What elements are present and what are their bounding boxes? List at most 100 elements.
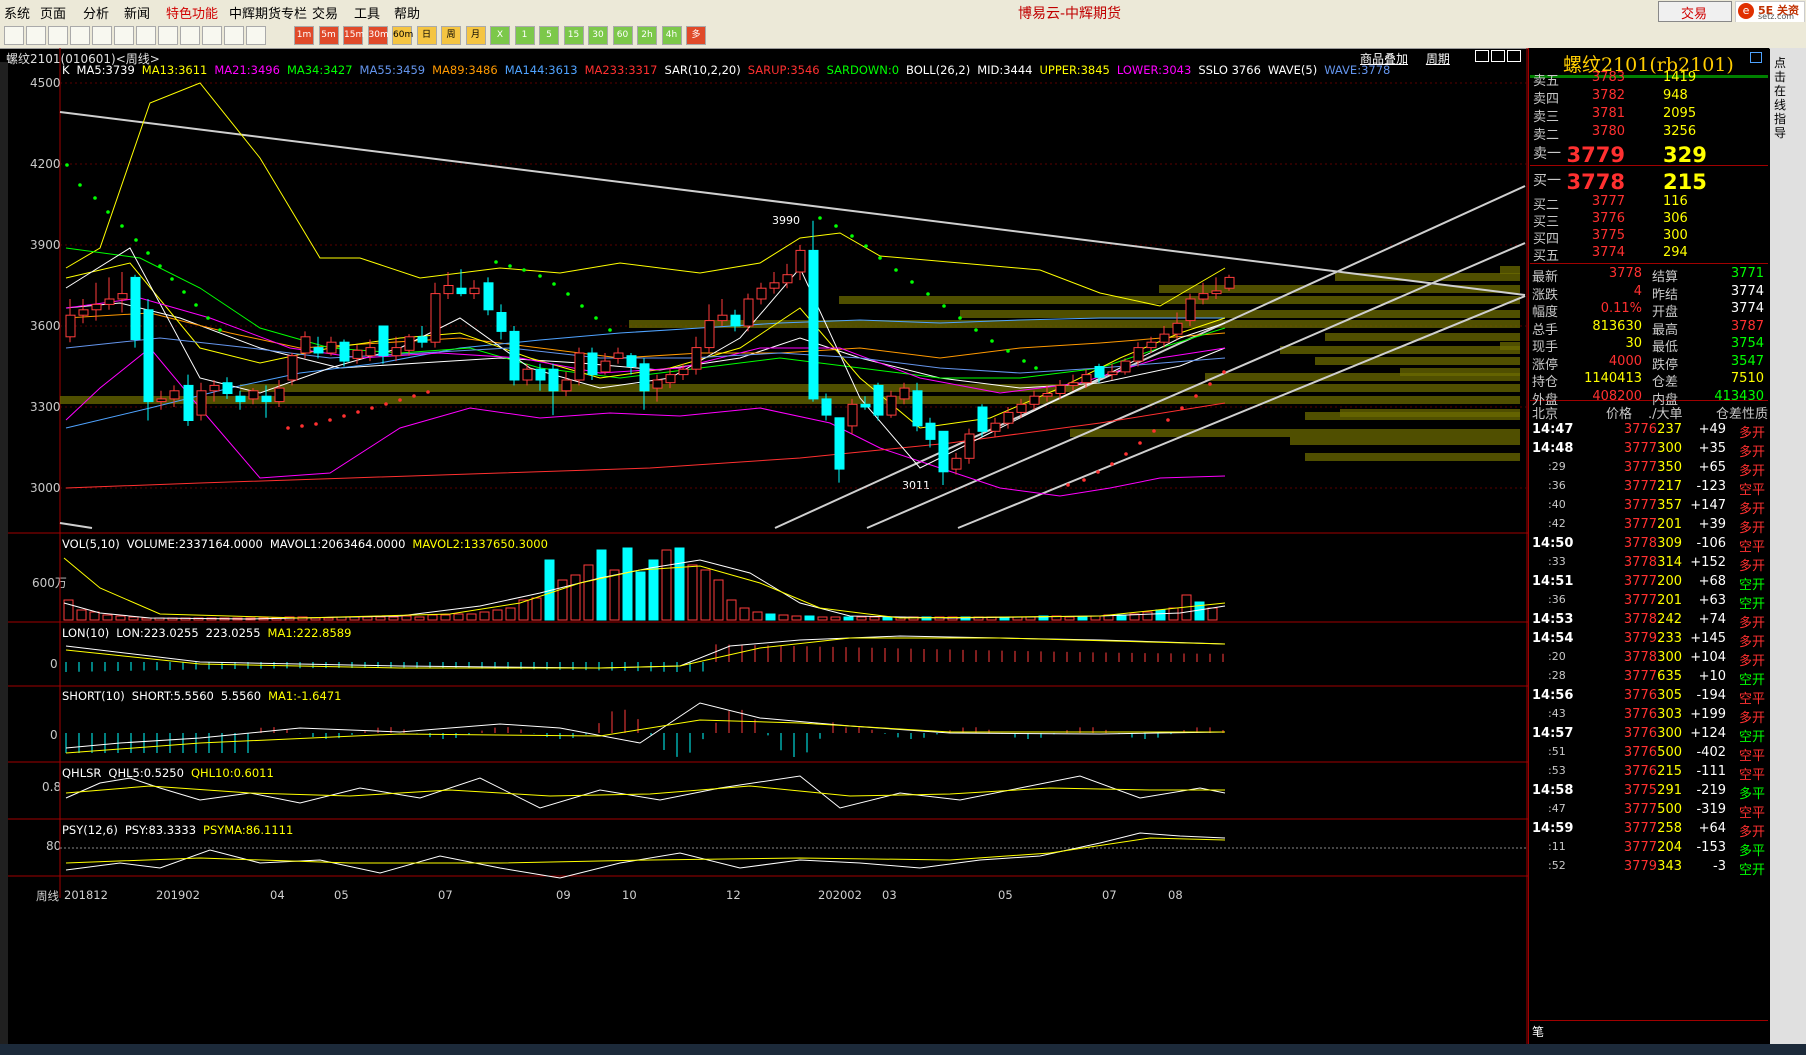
tick-nature: 多开 <box>1738 711 1765 726</box>
menu-item-8[interactable]: 帮助 <box>394 3 420 22</box>
ticks-header-0: 北京 <box>1532 407 1559 422</box>
period-button-14[interactable]: 2h <box>637 26 657 45</box>
tick-nature: 多开 <box>1738 464 1765 479</box>
period-button-7[interactable]: 月 <box>465 26 486 45</box>
quote-value: 7510 <box>1730 371 1764 386</box>
time-tick-5: 07 <box>438 888 453 902</box>
candle-body-77 <box>1068 382 1079 386</box>
tick-time: 14:58 <box>1532 783 1574 798</box>
candle-body-58 <box>821 398 832 416</box>
quote-最新: 最新 3778 <box>1532 266 1642 285</box>
ask-price: 3779 <box>1566 143 1625 167</box>
sar-down-dot-20 <box>926 292 930 296</box>
quote-涨跌: 涨跌 4 <box>1532 284 1642 303</box>
candle-body-46 <box>665 374 676 384</box>
menu-item-2[interactable]: 分析 <box>83 3 109 22</box>
trade-button[interactable]: 交易 <box>1658 1 1732 22</box>
tick-time: :11 <box>1548 840 1566 853</box>
trade-button-label: 交易 <box>1681 7 1708 22</box>
toolbar: 1m 5m 15m 30m 60m 日周月 X 1 5 15 30 60 2h 4h 多 <box>0 22 1806 49</box>
period-button-0[interactable]: 1m <box>294 26 314 45</box>
menu-item-7[interactable]: 工具 <box>354 3 380 22</box>
tool-icon-1[interactable] <box>26 26 46 45</box>
tick-nature: 空平 <box>1738 749 1765 764</box>
quote-label: 跌停 <box>1652 357 1679 373</box>
period-button-2[interactable]: 15m <box>343 26 364 45</box>
period-button-12[interactable]: 30 <box>588 26 608 45</box>
panel-divider-0 <box>1530 165 1768 166</box>
time-tick-1: 201812 <box>64 888 108 902</box>
sar-down-dot-22 <box>958 316 962 320</box>
period-button-9[interactable]: 1 <box>514 26 535 45</box>
tick-nature: 空开 <box>1738 730 1765 745</box>
menu-item-1[interactable]: 页面 <box>40 3 66 22</box>
tool-icon-9[interactable] <box>202 26 222 45</box>
tick-time: 14:51 <box>1532 574 1574 589</box>
volume-profile-bar-16 <box>1290 437 1520 445</box>
candle-body-28 <box>430 293 441 343</box>
candle-body-70 <box>977 406 988 432</box>
time-tick-11: 05 <box>998 888 1013 902</box>
quote-value: 4000 <box>1608 353 1642 369</box>
period-button-13[interactable]: 60 <box>612 26 633 45</box>
menu-item-5[interactable]: 中辉期货专栏 <box>229 3 307 22</box>
period-button-15[interactable]: 4h <box>661 26 682 45</box>
tick-time: :40 <box>1548 498 1566 511</box>
period-button-1[interactable]: 5m <box>318 26 339 45</box>
quote-label: 幅度 <box>1532 305 1559 320</box>
period-button-4[interactable]: 60m <box>392 26 413 45</box>
candle-body-50 <box>717 314 728 322</box>
tool-icon-3[interactable] <box>70 26 90 45</box>
tool-icon-6[interactable] <box>136 26 156 45</box>
candle-body-24 <box>378 325 389 357</box>
tool-icon-10[interactable] <box>224 26 244 45</box>
quote-最高: 最高 3787 <box>1652 319 1764 338</box>
menu-item-3[interactable]: 新闻 <box>124 3 150 22</box>
tool-icon-2[interactable] <box>48 26 68 45</box>
tick-volume: 215 <box>1657 764 1682 779</box>
sar-down-dot-26 <box>1022 359 1026 363</box>
candlestick-chart[interactable] <box>0 48 1528 1044</box>
sar-down-dot-21 <box>942 304 946 308</box>
tool-icon-5[interactable] <box>114 26 134 45</box>
menu-item-6[interactable]: 交易 <box>312 3 338 22</box>
volume-bar-31 <box>466 613 477 621</box>
candle-body-63 <box>886 395 897 416</box>
side-ad[interactable]: 点击在线指导 <box>1770 48 1806 1055</box>
candle-body-44 <box>639 363 650 392</box>
volume-bar-39 <box>570 574 581 621</box>
volume-bar-61 <box>856 616 867 621</box>
sar-down-dot-13 <box>818 216 822 220</box>
period-button-10[interactable]: 5 <box>539 26 559 45</box>
menu-item-0[interactable]: 系统 <box>4 3 30 22</box>
panel-toggle-icon[interactable] <box>1750 52 1762 63</box>
candle-body-55 <box>782 274 793 284</box>
time-tick-6: 09 <box>556 888 571 902</box>
period-button-8[interactable]: X <box>490 26 510 45</box>
candle-body-53 <box>756 287 767 300</box>
tool-icon-11[interactable] <box>246 26 266 45</box>
volume-profile-bar-8 <box>1315 357 1520 365</box>
price-tick-3000: 3000 <box>30 481 61 495</box>
period-button-16[interactable]: 多 <box>686 26 706 45</box>
volume-bar-29 <box>440 614 451 621</box>
volume-bar-4 <box>115 615 126 621</box>
tick-volume: 204 <box>1657 840 1682 855</box>
tool-icon-8[interactable] <box>180 26 200 45</box>
tool-icon-0[interactable] <box>4 26 24 45</box>
menu-item-4[interactable]: 特色功能 <box>166 3 218 22</box>
candle-body-12 <box>222 382 233 395</box>
period-button-3[interactable]: 30m <box>367 26 389 45</box>
period-button-5[interactable]: 日 <box>416 26 437 45</box>
sar-up-dot-11 <box>1066 483 1070 487</box>
period-button-6[interactable]: 周 <box>441 26 461 45</box>
tool-icon-4[interactable] <box>92 26 112 45</box>
candle-body-15 <box>261 395 272 403</box>
candle-body-59 <box>834 417 845 470</box>
period-button-11[interactable]: 15 <box>563 26 584 45</box>
sar-up-dot-20 <box>1194 394 1198 398</box>
tool-icon-7[interactable] <box>158 26 178 45</box>
candle-body-65 <box>912 390 923 427</box>
candle-body-42 <box>613 352 624 359</box>
tick-time: :53 <box>1548 764 1566 777</box>
